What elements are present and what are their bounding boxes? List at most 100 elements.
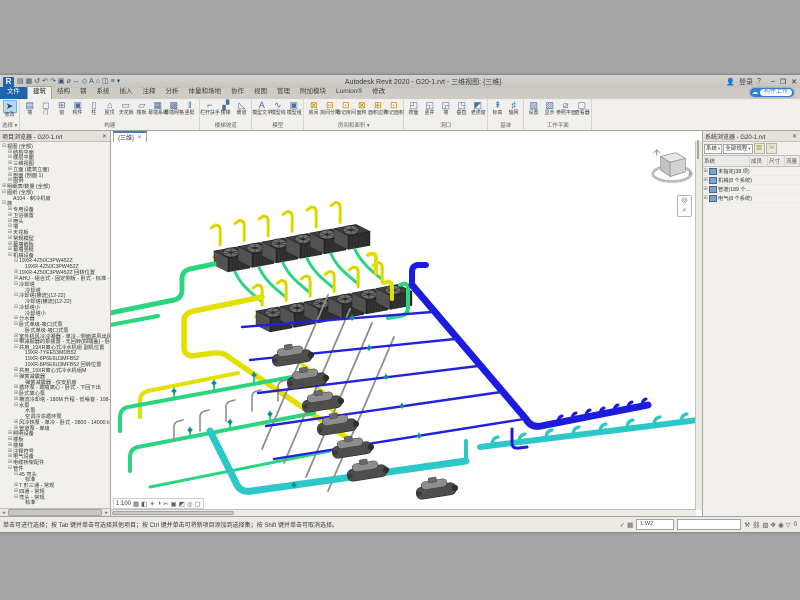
user-icon[interactable]: 👤 [726, 78, 735, 86]
filter-icon[interactable]: ▽ [786, 521, 791, 529]
detail-level-icon[interactable]: ▦ [133, 500, 139, 508]
open-icon[interactable]: ▤ [17, 77, 24, 86]
viewcube[interactable] [650, 145, 694, 191]
system-row[interactable]: ⊞管道(189 个… [703, 185, 800, 194]
ribbon-button-按面[interactable]: ◰按面 [406, 100, 421, 117]
workset-icon[interactable]: ▦ [627, 521, 633, 529]
press-drag-icon[interactable]: ✥ [771, 521, 776, 529]
ribbon-tab-Lumion®[interactable]: Lumion® [331, 87, 367, 99]
visual-style-icon[interactable]: ◧ [141, 500, 147, 508]
ribbon-tab-分析[interactable]: 分析 [161, 87, 184, 99]
design-option-box[interactable] [677, 519, 741, 530]
sun-path-icon[interactable]: ☀ [149, 500, 155, 508]
ribbon-tab-建筑[interactable]: 建筑 [27, 86, 52, 99]
workset-box[interactable]: 1:W2 [636, 519, 674, 530]
ribbon-button-设置[interactable]: ▨设置 [526, 100, 541, 117]
tag-icon[interactable]: ◇ [82, 77, 87, 86]
ribbon-tab-协作[interactable]: 协作 [226, 87, 249, 99]
close-icon[interactable]: ✕ [791, 133, 798, 140]
close-icon[interactable]: ✕ [101, 133, 108, 140]
help-icon[interactable]: ? [757, 78, 761, 85]
close-button[interactable]: ✕ [791, 78, 797, 86]
ribbon-tab-插入[interactable]: 插入 [115, 87, 138, 99]
file-tab[interactable]: 文件 [0, 87, 27, 99]
steering-wheel-icon[interactable]: ◎ [681, 197, 687, 205]
ribbon-button-面积边界[interactable]: ⊞面积边界 [370, 100, 385, 117]
discipline-dropdown[interactable]: 全部规程▾ [723, 144, 752, 154]
crop-view-icon[interactable]: ✂ [163, 500, 168, 508]
system-row[interactable]: ⊞机械(8 个系统) [703, 176, 800, 185]
ribbon-button-老虎窗[interactable]: ◩老虎窗 [470, 100, 485, 117]
ribbon-button-幕墙网格[interactable]: ▩幕墙网格 [166, 100, 181, 117]
constraints-icon[interactable]: ▢ [195, 500, 201, 508]
ribbon-tab-钢[interactable]: 钢 [75, 87, 92, 99]
print-icon[interactable]: ▣ [58, 77, 65, 86]
zoom-icon[interactable]: ⌕ [683, 207, 687, 215]
ribbon-tab-体量和场地[interactable]: 体量和场地 [184, 87, 227, 99]
view-tab-close-icon[interactable]: ✕ [137, 134, 142, 141]
dimension-icon[interactable]: ↔ [73, 77, 80, 86]
ribbon-button-房间[interactable]: ⊠房间 [306, 100, 321, 117]
ribbon-button-门[interactable]: ◻门 [38, 100, 53, 117]
plugin-pill-button[interactable]: ☁ 构件上传 [750, 88, 794, 97]
maximize-button[interactable]: ❐ [780, 78, 786, 86]
canvas-vscrollbar[interactable] [695, 141, 702, 510]
ribbon-button-垂直[interactable]: ◳垂直 [454, 100, 469, 117]
expander-icon[interactable]: ⊞ [703, 177, 708, 183]
navigation-bar[interactable]: ◎⌕ [677, 195, 692, 217]
3d-view-icon[interactable]: ⌂ [96, 77, 100, 86]
ribbon-button-轴网[interactable]: ♯轴网 [506, 100, 521, 117]
section-icon[interactable]: ◫ [102, 77, 109, 86]
expander-icon[interactable]: ⊞ [703, 186, 708, 192]
ribbon-button-修改[interactable]: ➤修改 [2, 100, 17, 119]
ribbon-button-模型线[interactable]: ∿模型线 [270, 100, 285, 117]
ribbon-button-标高[interactable]: ⇞标高 [490, 100, 505, 117]
measure-icon[interactable]: ⌀ [67, 77, 71, 86]
autofit-columns-icon[interactable]: ▥ [754, 143, 765, 154]
canvas-hscrollbar[interactable] [111, 509, 696, 516]
show-crop-icon[interactable]: ▣ [171, 500, 177, 508]
project-browser-hscrollbar[interactable]: ◂▸ [0, 508, 110, 516]
ribbon-button-构件[interactable]: ▣构件 [70, 100, 85, 117]
scale-button[interactable]: 1:100 [116, 501, 131, 507]
sync-icon[interactable]: ↺ [34, 77, 40, 86]
ribbon-tab-系统[interactable]: 系统 [92, 87, 115, 99]
ribbon-button-墙[interactable]: ▤墙 [22, 100, 37, 117]
redo-icon[interactable]: ↷ [50, 77, 56, 86]
ribbon-button-模型文字[interactable]: A模型文字 [254, 100, 269, 117]
exclude-options-icon[interactable]: ▧ [762, 521, 768, 529]
ribbon-button-楼板[interactable]: ▱楼板 [134, 100, 149, 117]
ribbon-button-屋顶[interactable]: ⌂屋顶 [102, 100, 117, 117]
background-process-icon[interactable]: ◉ [778, 521, 784, 529]
ribbon-button-查看器[interactable]: ▢查看器 [574, 100, 589, 117]
expand-all-icon[interactable]: ⇲ [766, 143, 777, 154]
text-icon[interactable]: A [89, 77, 94, 86]
ribbon-button-标记面积[interactable]: ⊡标记面积 [386, 100, 401, 117]
expander-icon[interactable]: ⊞ [703, 195, 708, 201]
expander-icon[interactable]: ⊞ [703, 168, 708, 174]
ribbon-tab-注释[interactable]: 注释 [138, 87, 161, 99]
ribbon-button-显示[interactable]: ▧显示 [542, 100, 557, 117]
view-dropdown[interactable]: 系统▾ [704, 144, 722, 154]
tree-item[interactable]: ⊟共用_19XR离心式冷水机组 副机位置 [0, 344, 110, 350]
ribbon-button-墙[interactable]: ◲墙 [438, 100, 453, 117]
ribbon-button-窗[interactable]: ⊞窗 [54, 100, 69, 117]
editable-only-icon[interactable]: ⚒ [744, 521, 750, 529]
worksharing-icon[interactable]: ✓ [620, 521, 625, 529]
ribbon-button-幕墙系统[interactable]: ▦幕墙系统 [150, 100, 165, 117]
ribbon-button-竖梃[interactable]: ‖竖梃 [182, 100, 197, 117]
ribbon-button-标记房间[interactable]: ⊡标记房间 [338, 100, 353, 117]
ribbon-button-房间分隔[interactable]: ⊟房间分隔 [322, 100, 337, 117]
ribbon-button-楼梯[interactable]: ▞楼梯 [218, 100, 233, 117]
temporary-hide-icon[interactable]: ◩ [179, 500, 185, 508]
thin-lines-icon[interactable]: ≡ [111, 77, 115, 86]
revit-logo-icon[interactable]: R [3, 77, 14, 87]
ribbon-tab-视图[interactable]: 视图 [249, 87, 272, 99]
ribbon-tab-管理[interactable]: 管理 [272, 87, 295, 99]
sign-in-link[interactable]: 登录 [739, 77, 753, 87]
ribbon-button-坡道[interactable]: ◺坡道 [234, 100, 249, 117]
view-tab-3d[interactable]: {三维} ✕ [113, 131, 147, 142]
tree-item[interactable]: 标准 [0, 500, 110, 506]
system-row[interactable]: ⊞未指定(38 项) [703, 167, 800, 176]
minimize-button[interactable]: – [771, 78, 775, 86]
